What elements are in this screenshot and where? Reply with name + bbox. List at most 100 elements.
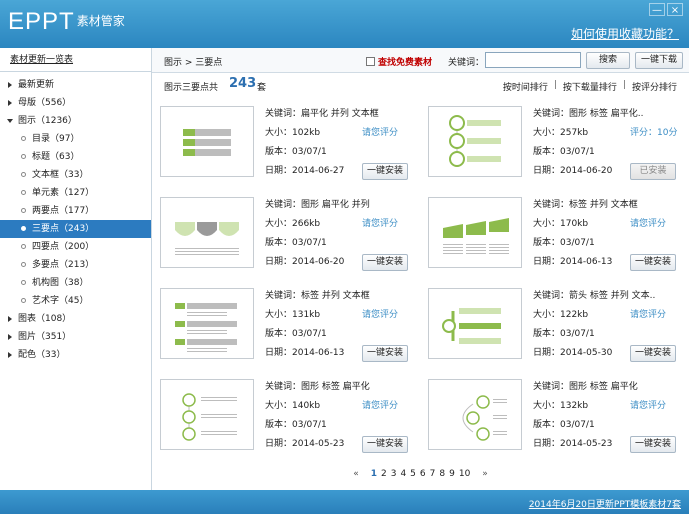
bullet-icon — [21, 172, 26, 177]
material-card: 关键词：箭头 标签 并列 文本.. 大小：122kb 请您评分 版本：03/07/1 日… — [420, 279, 688, 369]
date-row: 日期：2014-06-13 一键安装 — [265, 344, 415, 363]
bullet-icon — [21, 244, 26, 249]
expand-arrow-icon[interactable] — [8, 316, 12, 322]
material-date: 日期：2014-06-20 — [265, 257, 345, 267]
update-news-link[interactable]: 2014年6月20日更新PPT模板素材7套 — [529, 497, 681, 510]
page-link[interactable]: 1 — [371, 469, 377, 479]
material-thumbnail[interactable] — [428, 106, 522, 177]
material-card: 关键词：图形 扁平化 并列 大小：266kb 请您评分 版本：03/07/1 日期：20… — [152, 188, 420, 278]
material-size: 大小：122kb — [533, 310, 589, 320]
page-link[interactable]: 7 — [430, 469, 436, 479]
expand-arrow-icon[interactable] — [8, 100, 12, 106]
sidebar-item[interactable]: 图片（351） — [0, 328, 151, 346]
page-link[interactable]: 10 — [459, 469, 470, 479]
sidebar-item[interactable]: 两要点（177） — [0, 202, 151, 220]
sort-by-rating[interactable]: 按评分排行 — [632, 80, 677, 93]
material-thumbnail[interactable] — [428, 379, 522, 450]
size-row: 大小：140kb 请您评分 — [265, 397, 415, 416]
free-material-toggle[interactable]: 查找免费素材 — [366, 55, 432, 68]
install-button[interactable]: 一键安装 — [630, 436, 676, 453]
sidebar-item[interactable]: 目录（97） — [0, 130, 151, 148]
rating-link[interactable]: 请您评分 — [362, 397, 398, 416]
sidebar-item[interactable]: 标题（63） — [0, 148, 151, 166]
help-link[interactable]: 如何使用收藏功能？ — [571, 25, 679, 42]
install-button[interactable]: 一键安装 — [630, 254, 676, 271]
sidebar-item[interactable]: 最新更新 — [0, 76, 151, 94]
sort-options: 按时间排行 | 按下载量排行 | 按评分排行 — [503, 80, 677, 93]
page-link[interactable]: 8 — [439, 469, 445, 479]
size-row: 大小：132kb 请您评分 — [533, 397, 683, 416]
rating-link[interactable]: 请您评分 — [362, 215, 398, 234]
page-link[interactable]: 2 — [381, 469, 387, 479]
material-size: 大小：170kb — [533, 219, 589, 229]
install-button[interactable]: 一键安装 — [362, 254, 408, 271]
install-button[interactable]: 一键安装 — [630, 345, 676, 362]
summary-count: 243 — [229, 76, 257, 91]
sidebar-title-link[interactable]: 素材更新一览表 — [0, 48, 151, 72]
material-card: 关键词：标签 并列 文本框 大小：170kb 请您评分 版本：03/07/1 日期：20… — [420, 188, 688, 278]
page-link[interactable]: 3 — [391, 469, 397, 479]
logo-sub: 素材管家 — [76, 14, 125, 28]
collapse-arrow-icon[interactable] — [7, 119, 13, 123]
sidebar-item[interactable]: 四要点（200） — [0, 238, 151, 256]
bullet-icon — [21, 154, 26, 159]
next-page-button[interactable]: » — [482, 469, 488, 479]
sidebar-item[interactable]: 艺术字（45） — [0, 292, 151, 310]
material-version: 版本：03/07/1 — [533, 329, 595, 339]
installed-button[interactable]: 已安装 — [630, 163, 676, 180]
material-date: 日期：2014-05-23 — [265, 439, 345, 449]
material-thumbnail[interactable] — [428, 288, 522, 359]
material-meta: 关键词：扁平化 并列 文本框 大小：102kb 请您评分 版本：03/07/1 日期：2… — [265, 105, 415, 181]
material-meta: 关键词：图形 标签 扁平化 大小：132kb 请您评分 版本：03/07/1 日期：20… — [533, 378, 683, 454]
rating-link[interactable]: 请您评分 — [630, 397, 666, 416]
rating-link[interactable]: 评分：10分 — [630, 124, 677, 143]
rating-link[interactable]: 请您评分 — [630, 215, 666, 234]
material-version: 版本：03/07/1 — [533, 238, 595, 248]
material-keywords: 关键词：图形 标签 扁平化.. — [533, 109, 644, 119]
category-tree: 最新更新 母版（556） 图示（1236） 目录（97） 标题（63） 文本框（33） 单元… — [0, 72, 151, 364]
sidebar-item[interactable]: 文本框（33） — [0, 166, 151, 184]
page-link[interactable]: 4 — [400, 469, 406, 479]
material-date: 日期：2014-06-20 — [533, 166, 613, 176]
size-row: 大小：131kb 请您评分 — [265, 306, 415, 325]
rating-link[interactable]: 请您评分 — [362, 306, 398, 325]
page-link[interactable]: 5 — [410, 469, 416, 479]
material-meta: 关键词：图形 扁平化 并列 大小：266kb 请您评分 版本：03/07/1 日期：20… — [265, 196, 415, 272]
install-button[interactable]: 一键安装 — [362, 345, 408, 362]
sidebar-item[interactable]: 多要点（213） — [0, 256, 151, 274]
install-button[interactable]: 一键安装 — [362, 163, 408, 180]
keyword-input[interactable] — [485, 52, 581, 68]
expand-arrow-icon[interactable] — [8, 334, 12, 340]
material-thumbnail[interactable] — [428, 197, 522, 268]
page-link[interactable]: 9 — [449, 469, 455, 479]
sort-by-time[interactable]: 按时间排行 — [503, 80, 548, 93]
material-thumbnail[interactable] — [160, 379, 254, 450]
breadcrumb: 图示 > 三要点 — [164, 58, 223, 68]
expand-arrow-icon[interactable] — [8, 82, 12, 88]
sidebar-item[interactable]: 配色（33） — [0, 346, 151, 364]
sidebar-item-label: 标题（63） — [32, 152, 80, 162]
sidebar-item[interactable]: 图表（108） — [0, 310, 151, 328]
sidebar-item[interactable]: 单元素（127） — [0, 184, 151, 202]
expand-arrow-icon[interactable] — [8, 352, 12, 358]
close-icon[interactable]: × — [667, 3, 683, 16]
install-button[interactable]: 一键安装 — [362, 436, 408, 453]
search-button[interactable]: 搜索 — [586, 52, 630, 69]
material-thumbnail[interactable] — [160, 197, 254, 268]
material-thumbnail[interactable] — [160, 106, 254, 177]
sidebar-item[interactable]: 三要点（243） — [0, 220, 151, 238]
sidebar-item[interactable]: 机构图（38） — [0, 274, 151, 292]
checkbox-icon[interactable] — [366, 57, 375, 66]
sidebar-item[interactable]: 图示（1236） — [0, 112, 151, 130]
rating-link[interactable]: 请您评分 — [362, 124, 398, 143]
sidebar-item[interactable]: 母版（556） — [0, 94, 151, 112]
material-keywords: 关键词：标签 并列 文本框 — [533, 200, 638, 210]
page-link[interactable]: 6 — [420, 469, 426, 479]
rating-link[interactable]: 请您评分 — [630, 306, 666, 325]
sort-by-downloads[interactable]: 按下载量排行 — [563, 80, 617, 93]
material-thumbnail[interactable] — [160, 288, 254, 359]
material-version: 版本：03/07/1 — [533, 420, 595, 430]
minimize-icon[interactable]: — — [649, 3, 665, 16]
prev-page-button[interactable]: « — [353, 469, 359, 479]
download-all-button[interactable]: 一键下载 — [635, 52, 683, 69]
